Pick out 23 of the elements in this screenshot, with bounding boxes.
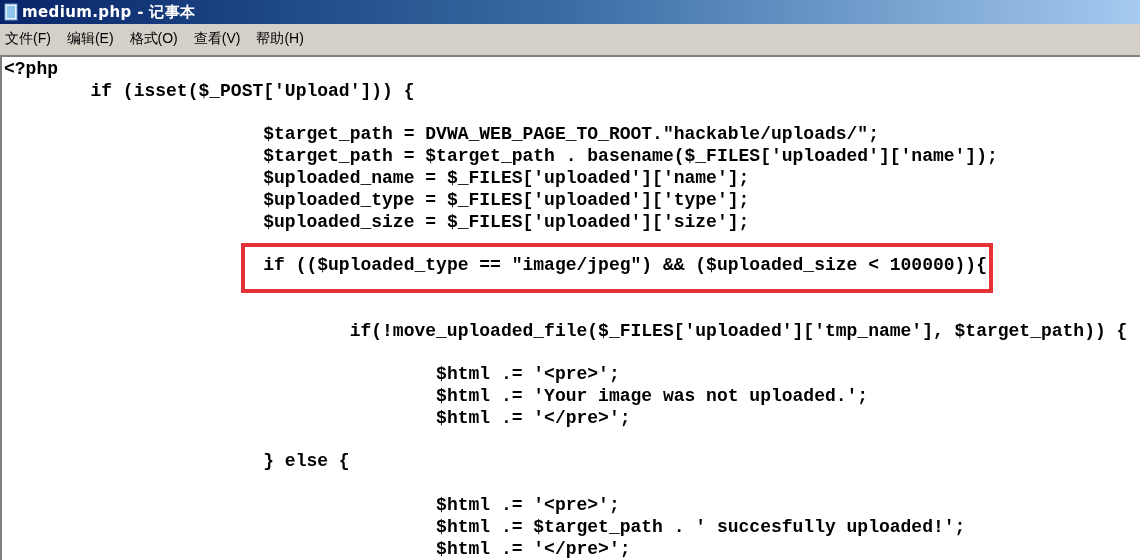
code-line: $html .= '</pre>'; bbox=[436, 407, 631, 428]
code-line: $uploaded_size = $_FILES['uploaded']['size']; bbox=[263, 211, 750, 232]
code-line: $html .= 'Your image was not uploaded.'; bbox=[436, 385, 869, 406]
notepad-icon bbox=[4, 3, 18, 21]
code-line: $target_path = $target_path . basename($_FILES['uploaded']['name']); bbox=[263, 146, 998, 167]
code-line: <?php bbox=[4, 59, 58, 79]
code-line: $html .= $target_path . ' succesfully uploaded!'; bbox=[436, 516, 966, 537]
menu-item[interactable]: 查看(V) bbox=[193, 27, 241, 49]
code-line: $uploaded_name = $_FILES['uploaded']['name']; bbox=[263, 168, 750, 188]
code-line: $target_path = DVWA_WEB_PAGE_TO_ROOT."hackable/uploads/"; bbox=[263, 124, 879, 145]
code-line: $html .= '<pre>'; bbox=[436, 364, 620, 385]
code-line: } else { bbox=[263, 451, 350, 472]
menu-item[interactable]: 格式(O) bbox=[129, 27, 178, 49]
window-title: medium.php - 记事本 bbox=[22, 1, 196, 23]
code-line: $uploaded_type = $_FILES['uploaded']['type']; bbox=[263, 189, 750, 210]
code-line: $html .= '<pre>'; bbox=[436, 494, 620, 515]
text-editor[interactable] bbox=[0, 55, 1140, 560]
menu-item[interactable]: 文件(F) bbox=[5, 27, 51, 49]
code-line: $html .= '</pre>'; bbox=[436, 538, 631, 559]
code-line: if(!move_uploaded_file($_FILES['uploaded']['tmp_name'], $target_path)) { bbox=[349, 320, 1128, 341]
menu-item[interactable]: 编辑(E) bbox=[66, 27, 114, 49]
code-line: if (isset($_POST['Upload'])) { bbox=[90, 80, 415, 101]
menu-item[interactable]: 帮助(H) bbox=[256, 27, 304, 49]
